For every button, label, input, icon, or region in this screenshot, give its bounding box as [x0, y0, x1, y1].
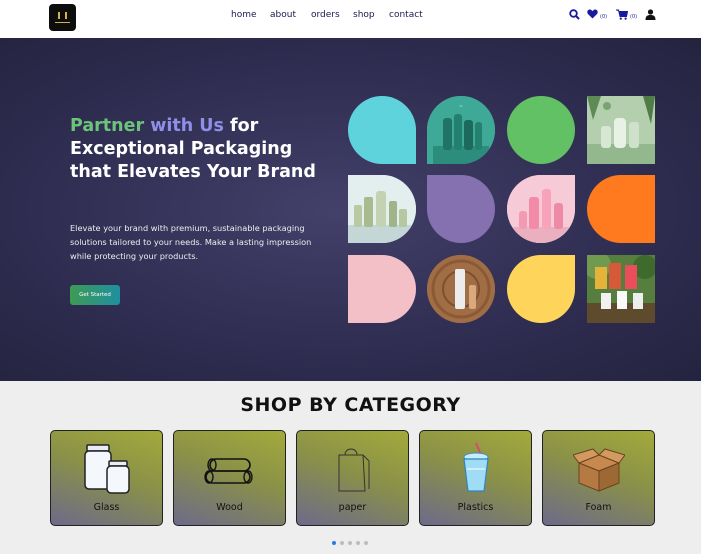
carousel-dot-1[interactable]	[332, 541, 336, 545]
bags-forest-image	[587, 255, 655, 323]
cart-icon[interactable]	[616, 9, 628, 20]
tile-orange	[587, 175, 655, 243]
category-label-plastics: Plastics	[457, 502, 494, 513]
glass-jars-icon	[83, 444, 130, 494]
nav-link-contact[interactable]: contact	[389, 10, 423, 20]
tile-pink-bottles-photo	[507, 175, 575, 243]
wishlist-count: (0)	[600, 14, 608, 20]
user-icon[interactable]	[645, 9, 656, 20]
category-card-foam[interactable]: Foam	[542, 430, 655, 526]
carousel-dot-2[interactable]	[340, 541, 344, 545]
wood-logs-icon	[203, 458, 253, 484]
pink-bottles-image	[507, 175, 575, 243]
category-title: SHOP BY CATEGORY	[240, 394, 461, 416]
tile-purple	[427, 175, 495, 243]
category-card-wood[interactable]: Wood	[173, 430, 286, 526]
hero-title-highlight-2: with Us	[150, 116, 224, 136]
tile-yellow	[507, 255, 575, 323]
tube-wood-image	[427, 255, 495, 323]
carousel-dot-5[interactable]	[364, 541, 368, 545]
tile-tube-wood-photo	[427, 255, 495, 323]
sage-bottles-image	[348, 175, 416, 243]
category-label-glass: Glass	[93, 502, 120, 513]
hero-description: Elevate your brand with premium, sustain…	[70, 223, 312, 261]
tile-green-bottles-photo	[587, 96, 655, 164]
green-bottles-image	[587, 96, 655, 164]
nav-link-about[interactable]: about	[270, 10, 296, 20]
nav-link-orders[interactable]: orders	[311, 10, 340, 20]
category-label-paper: paper	[338, 502, 367, 513]
paper-bag-icon	[338, 448, 369, 492]
category-label-foam: Foam	[585, 502, 612, 513]
tile-teal-bottles-photo: ~	[427, 96, 495, 164]
heart-icon[interactable]	[587, 9, 598, 19]
nav-link-shop[interactable]: shop	[353, 10, 375, 20]
carousel-dot-3[interactable]	[348, 541, 352, 545]
foam-box-icon	[572, 448, 625, 492]
tile-pink	[348, 255, 416, 323]
category-card-glass[interactable]: Glass	[50, 430, 163, 526]
carousel-dot-4[interactable]	[356, 541, 360, 545]
tile-cyan	[348, 96, 416, 164]
hero-title-highlight-1: Partner	[70, 116, 145, 136]
category-card-plastics[interactable]: Plastics	[419, 430, 532, 526]
hero-section: Partner with Us for Exceptional Packagin…	[0, 38, 701, 381]
svg-text:~: ~	[459, 104, 463, 110]
header: home about orders shop contact (0) (0)	[0, 0, 708, 38]
nav-link-home[interactable]: home	[231, 10, 257, 20]
search-icon[interactable]	[569, 9, 580, 20]
teal-bottles-image: ~	[427, 96, 495, 164]
cart-count: (0)	[630, 14, 638, 20]
get-started-button[interactable]: Get Started	[70, 285, 120, 305]
tile-green	[507, 96, 575, 164]
tile-bags-forest-photo	[587, 255, 655, 323]
plastic-cup-icon	[462, 442, 489, 492]
tile-sage-bottles-photo	[348, 175, 416, 243]
category-card-paper[interactable]: paper	[296, 430, 409, 526]
hero-title: Partner with Us for Exceptional Packagin…	[70, 115, 320, 184]
category-label-wood: Wood	[216, 502, 243, 513]
